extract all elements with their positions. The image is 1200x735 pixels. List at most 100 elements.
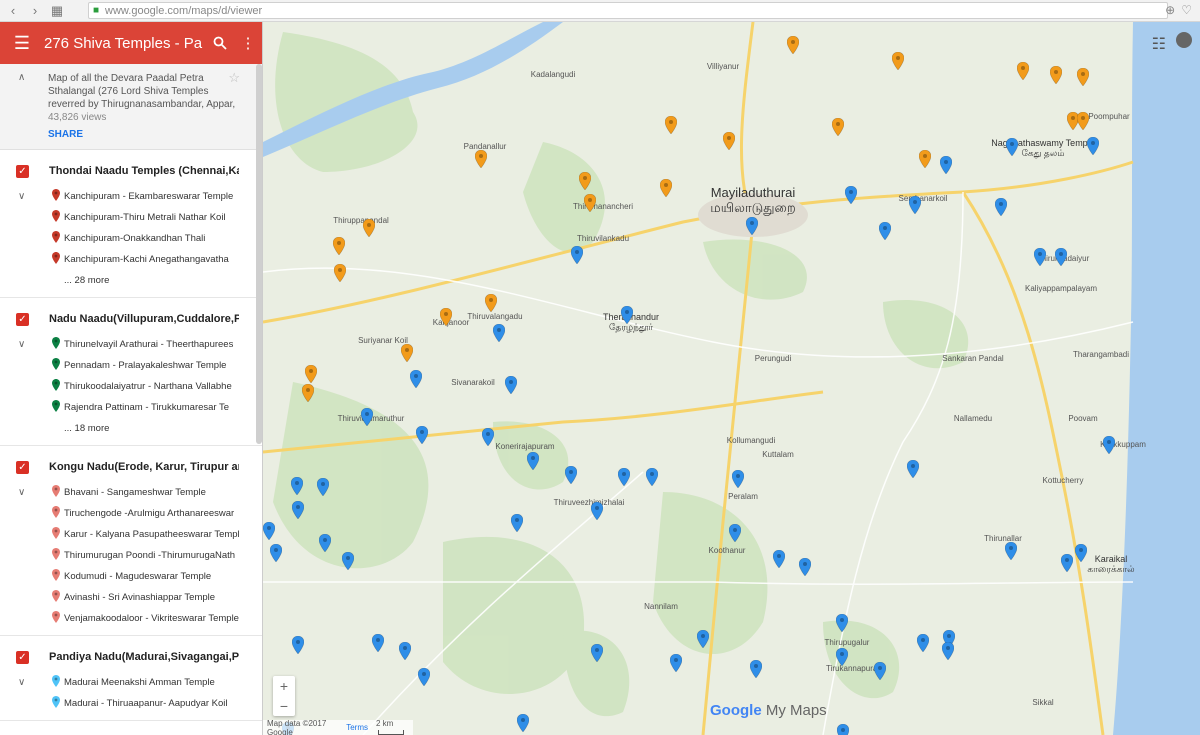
temple-marker-orange[interactable] xyxy=(334,264,346,282)
temple-marker-blue[interactable] xyxy=(799,558,811,576)
temple-marker-blue[interactable] xyxy=(670,654,682,672)
layer-header[interactable]: ✓ Pandiya Nadu(Madurai,Sivagangai,Pu xyxy=(0,642,262,672)
layer-item[interactable]: Karur - Kalyana Pasupatheeswarar Temple xyxy=(0,524,262,545)
chevron-down-icon[interactable]: ∨ xyxy=(18,487,25,498)
temple-marker-blue[interactable] xyxy=(493,324,505,342)
panel-scrollbar[interactable] xyxy=(256,64,262,444)
layer-item[interactable]: ∨ Kanchipuram - Ekambareswarar Temple xyxy=(0,186,262,207)
layer-item[interactable]: Madurai - Thiruaapanur- Aapudyar Koil xyxy=(0,693,262,714)
temple-marker-blue[interactable] xyxy=(874,662,886,680)
temple-marker-blue[interactable] xyxy=(1055,248,1067,266)
temple-marker-blue[interactable] xyxy=(418,668,430,686)
temple-marker-orange[interactable] xyxy=(665,116,677,134)
temple-marker-blue[interactable] xyxy=(1005,542,1017,560)
layer-item[interactable]: ∨ Bhavani - Sangameshwar Temple xyxy=(0,482,262,503)
layer-item[interactable]: Venjamakoodaloor - Vikriteswarar Temple xyxy=(0,608,262,629)
layer-header[interactable]: ✓ Nadu Naadu(Villupuram,Cuddalore,P xyxy=(0,304,262,334)
temple-marker-orange[interactable] xyxy=(892,52,904,70)
temple-marker-blue[interactable] xyxy=(319,534,331,552)
chevron-down-icon[interactable]: ∨ xyxy=(18,191,25,202)
layer-checkbox[interactable]: ✓ xyxy=(16,164,29,178)
temple-marker-blue[interactable] xyxy=(1075,544,1087,562)
temple-marker-orange[interactable] xyxy=(302,384,314,402)
temple-marker-orange[interactable] xyxy=(584,194,596,212)
account-avatar-icon[interactable] xyxy=(1176,32,1192,48)
more-options-icon[interactable]: ⋮ xyxy=(234,34,262,52)
temple-marker-orange[interactable] xyxy=(1050,66,1062,84)
temple-marker-blue[interactable] xyxy=(1103,436,1115,454)
temple-marker-blue[interactable] xyxy=(729,524,741,542)
temple-marker-orange[interactable] xyxy=(787,36,799,54)
layer-item[interactable]: Tiruchengode -Arulmigu Arthanareeswar xyxy=(0,503,262,524)
temple-marker-blue[interactable] xyxy=(361,408,373,426)
forward-icon[interactable]: › xyxy=(26,2,44,20)
temple-marker-blue[interactable] xyxy=(618,468,630,486)
layer-item[interactable]: Kanchipuram-Onakkandhan Thali xyxy=(0,228,262,249)
layer-item[interactable]: Kanchipuram-Thiru Metrali Nathar Koil xyxy=(0,207,262,228)
temple-marker-blue[interactable] xyxy=(263,522,275,540)
temple-marker-orange[interactable] xyxy=(832,118,844,136)
temple-marker-blue[interactable] xyxy=(646,468,658,486)
heart-icon[interactable]: ♡ xyxy=(1181,3,1192,17)
temple-marker-blue[interactable] xyxy=(291,477,303,495)
zoom-out-button[interactable]: − xyxy=(273,696,295,716)
temple-marker-blue[interactable] xyxy=(571,246,583,264)
layer-item[interactable]: Thirumurugan Poondi -ThirumurugaNath xyxy=(0,545,262,566)
layer-item[interactable]: Kanchipuram-Kachi Anegathangavatha xyxy=(0,249,262,270)
temple-marker-orange[interactable] xyxy=(401,344,413,362)
temple-marker-blue[interactable] xyxy=(270,544,282,562)
address-bar[interactable]: ■ www.google.com/maps/d/viewer xyxy=(88,2,1168,19)
terms-link[interactable]: Terms xyxy=(346,723,368,732)
temple-marker-blue[interactable] xyxy=(482,428,494,446)
share-button[interactable]: SHARE xyxy=(48,129,244,140)
temple-marker-blue[interactable] xyxy=(416,426,428,444)
temple-marker-blue[interactable] xyxy=(746,217,758,235)
layer-header[interactable]: ✓ Kongu Nadu(Erode, Karur, Tirupur and xyxy=(0,452,262,482)
apps-grid-icon[interactable]: ▦ xyxy=(48,2,66,20)
star-icon[interactable]: ☆ xyxy=(228,70,240,86)
temple-marker-blue[interactable] xyxy=(527,452,539,470)
temple-marker-blue[interactable] xyxy=(565,466,577,484)
layer-item[interactable]: Avinashi - Sri Avinashiappar Temple xyxy=(0,587,262,608)
temple-marker-orange[interactable] xyxy=(660,179,672,197)
temple-marker-blue[interactable] xyxy=(505,376,517,394)
temple-marker-orange[interactable] xyxy=(1077,68,1089,86)
temple-marker-blue[interactable] xyxy=(995,198,1007,216)
temple-marker-blue[interactable] xyxy=(410,370,422,388)
map-canvas[interactable]: Mayiladuthurai மயிலாடுதுறை Karaikal காரைக்… xyxy=(263,22,1200,735)
temple-marker-blue[interactable] xyxy=(907,460,919,478)
temple-marker-blue[interactable] xyxy=(750,660,762,678)
layer-item[interactable]: Thirukoodalaiyatrur - Narthana Vallabhe xyxy=(0,376,262,397)
lifebuoy-icon[interactable]: ⊕ xyxy=(1165,3,1175,17)
temple-marker-blue[interactable] xyxy=(591,644,603,662)
temple-marker-orange[interactable] xyxy=(305,365,317,383)
layer-checkbox[interactable]: ✓ xyxy=(16,650,29,664)
temple-marker-blue[interactable] xyxy=(511,514,523,532)
temple-marker-blue[interactable] xyxy=(879,222,891,240)
back-icon[interactable]: ‹ xyxy=(4,2,22,20)
temple-marker-blue[interactable] xyxy=(591,502,603,520)
temple-marker-orange[interactable] xyxy=(1077,112,1089,130)
zoom-in-button[interactable]: + xyxy=(273,676,295,696)
temple-marker-blue[interactable] xyxy=(372,634,384,652)
temple-marker-blue[interactable] xyxy=(1006,138,1018,156)
layer-item[interactable]: Rajendra Pattinam - Tirukkumaresar Te xyxy=(0,397,262,418)
temple-marker-blue[interactable] xyxy=(909,196,921,214)
temple-marker-orange[interactable] xyxy=(363,219,375,237)
temple-marker-blue[interactable] xyxy=(836,614,848,632)
temple-marker-blue[interactable] xyxy=(1034,248,1046,266)
layer-item[interactable]: Pennadam - Pralayakaleshwar Temple xyxy=(0,355,262,376)
temple-marker-blue[interactable] xyxy=(836,648,848,666)
temple-marker-blue[interactable] xyxy=(940,156,952,174)
show-more-link[interactable]: ... 28 more xyxy=(0,270,262,291)
search-icon[interactable] xyxy=(206,36,234,50)
temple-marker-blue[interactable] xyxy=(917,634,929,652)
temple-marker-blue[interactable] xyxy=(837,724,849,735)
temple-marker-orange[interactable] xyxy=(485,294,497,312)
layer-checkbox[interactable]: ✓ xyxy=(16,312,29,326)
temple-marker-orange[interactable] xyxy=(1017,62,1029,80)
show-more-link[interactable]: ... 18 more xyxy=(0,418,262,439)
temple-marker-blue[interactable] xyxy=(845,186,857,204)
layer-item[interactable]: ∨ Thirunelvayil Arathurai - Theerthapuree… xyxy=(0,334,262,355)
temple-marker-orange[interactable] xyxy=(919,150,931,168)
